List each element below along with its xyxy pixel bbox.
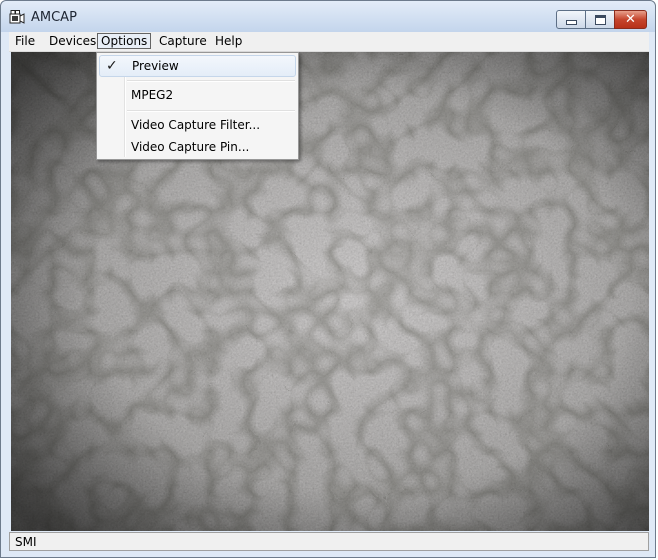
title-bar[interactable]: AMCAP ✕	[1, 1, 655, 32]
menu-separator	[127, 80, 295, 82]
status-text: SMI	[15, 535, 37, 549]
menu-item-label: MPEG2	[131, 88, 174, 102]
minimize-button[interactable]	[556, 10, 586, 29]
close-button[interactable]: ✕	[614, 10, 647, 29]
menu-item-video-capture-filter[interactable]: Video Capture Filter...	[99, 114, 296, 136]
menu-bar: File Devices Options Capture Help	[9, 32, 649, 52]
menu-options[interactable]: Options	[97, 33, 152, 49]
menu-item-label: Video Capture Pin...	[131, 140, 250, 154]
window-title: AMCAP	[31, 10, 77, 25]
menu-file[interactable]: File	[12, 33, 38, 49]
menu-capture[interactable]: Capture	[156, 33, 210, 49]
options-dropdown-menu: ✓ Preview MPEG2 Video Capture Filter... …	[96, 52, 299, 160]
minimize-icon	[565, 20, 577, 25]
camera-icon	[9, 10, 25, 24]
menu-devices[interactable]: Devices	[46, 33, 99, 49]
menu-item-preview[interactable]: ✓ Preview	[99, 55, 296, 77]
status-bar: SMI	[9, 532, 649, 551]
menu-item-label: Preview	[132, 59, 179, 73]
window-controls: ✕	[556, 10, 647, 29]
menu-item-video-capture-pin[interactable]: Video Capture Pin...	[99, 136, 296, 158]
maximize-button[interactable]	[585, 10, 615, 29]
maximize-icon	[594, 14, 606, 25]
app-window: AMCAP ✕ File Devices Options Capture Hel…	[0, 0, 656, 558]
menu-item-mpeg2[interactable]: MPEG2	[99, 84, 296, 106]
check-icon: ✓	[106, 58, 118, 74]
menu-separator	[127, 110, 295, 112]
menu-item-label: Video Capture Filter...	[131, 118, 261, 132]
close-icon: ✕	[625, 12, 636, 27]
menu-help[interactable]: Help	[212, 33, 245, 49]
